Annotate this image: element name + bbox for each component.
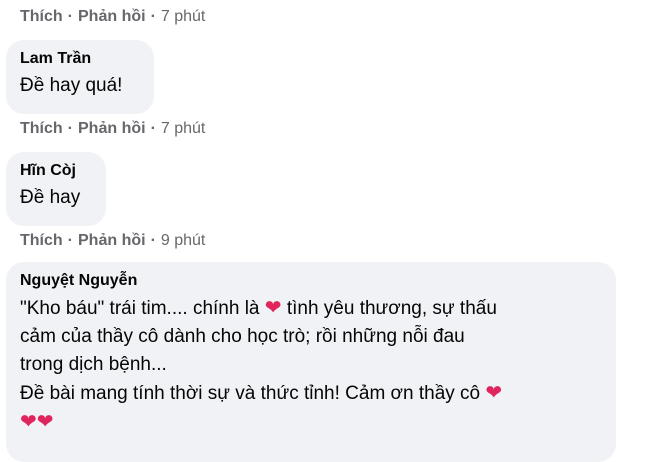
separator: · xyxy=(150,120,156,137)
separator: · xyxy=(67,8,73,25)
comment-actions: Thích · Phản hồi · 7 phút xyxy=(20,120,205,138)
comment-text-line: "Kho báu" trái tim.... chính là xyxy=(20,298,260,319)
comment-bubble: Lam Trần Đề hay quá! xyxy=(6,40,154,114)
heart-emoji-icon: ❤ xyxy=(20,411,37,433)
heart-emoji-icon: ❤ xyxy=(264,297,282,319)
comment-text-line: trong dịch bệnh... xyxy=(20,354,167,375)
comment-text-line: Đề bài mang tính thời sự và thức tỉnh! C… xyxy=(20,383,481,404)
comment-actions: Thích · Phản hồi · 7 phút xyxy=(20,8,205,26)
like-link[interactable]: Thích xyxy=(20,232,63,250)
comment-text-line: cảm của thầy cô dành cho học trò; rồi nh… xyxy=(20,326,465,347)
separator: · xyxy=(150,232,156,249)
comment-author[interactable]: Lam Trần xyxy=(20,50,140,68)
like-link[interactable]: Thích xyxy=(20,120,63,138)
separator: · xyxy=(67,232,73,249)
like-link[interactable]: Thích xyxy=(20,8,63,26)
heart-emoji-icon: ❤ xyxy=(485,382,503,404)
reply-link[interactable]: Phản hồi xyxy=(78,232,146,250)
comment-text-line: tình yêu thương, sự thấu xyxy=(286,298,497,319)
comment-bubble: Hĩn Còj Đề hay xyxy=(6,152,106,226)
reply-link[interactable]: Phản hồi xyxy=(78,8,146,26)
comment-text: "Kho báu" trái tim.... chính là ❤ tình y… xyxy=(20,294,602,437)
comment-text: Đề hay quá! xyxy=(20,75,123,96)
comment-bubble: Nguyệt Nguyễn "Kho báu" trái tim.... chí… xyxy=(6,262,616,462)
comment-actions: Thích · Phản hồi · 9 phút xyxy=(20,232,205,250)
reply-link[interactable]: Phản hồi xyxy=(78,120,146,138)
separator: · xyxy=(67,120,73,137)
timestamp[interactable]: 7 phút xyxy=(161,8,205,26)
comment-text: Đề hay xyxy=(20,187,81,208)
timestamp[interactable]: 9 phút xyxy=(161,232,205,250)
comment-author[interactable]: Nguyệt Nguyễn xyxy=(20,272,602,290)
timestamp[interactable]: 7 phút xyxy=(161,120,205,138)
heart-emoji-icon: ❤ xyxy=(36,411,54,433)
comment-author[interactable]: Hĩn Còj xyxy=(20,162,92,180)
separator: · xyxy=(150,8,156,25)
